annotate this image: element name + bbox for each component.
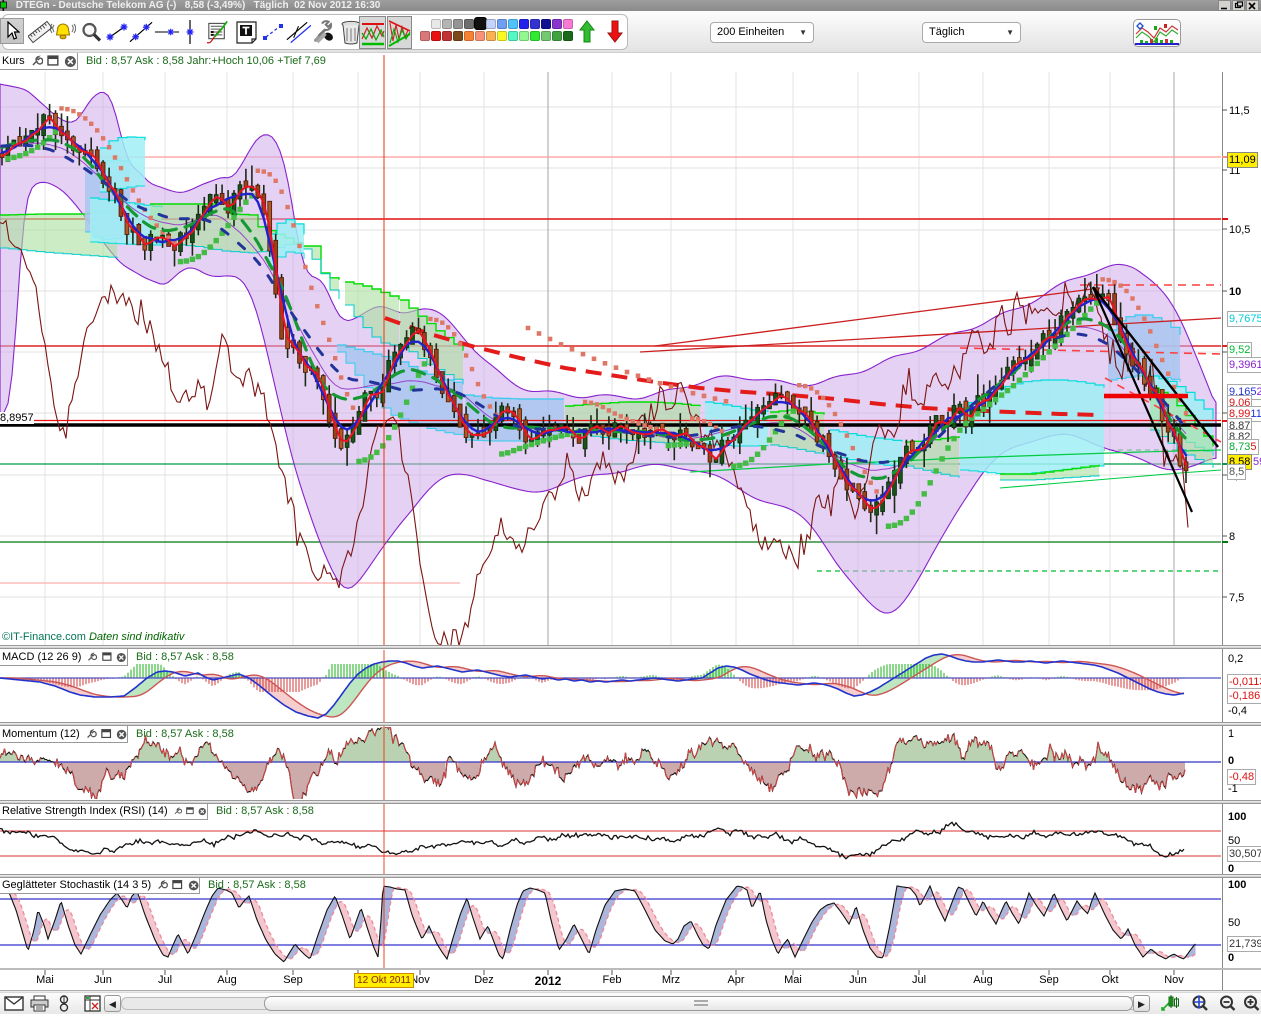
svg-text:8: 8 [1229,531,1235,543]
svg-text:7,5: 7,5 [1229,592,1244,604]
svg-text:10: 10 [1229,286,1241,298]
svg-text:11,5: 11,5 [1229,105,1250,117]
svg-text:10,5: 10,5 [1229,224,1250,236]
